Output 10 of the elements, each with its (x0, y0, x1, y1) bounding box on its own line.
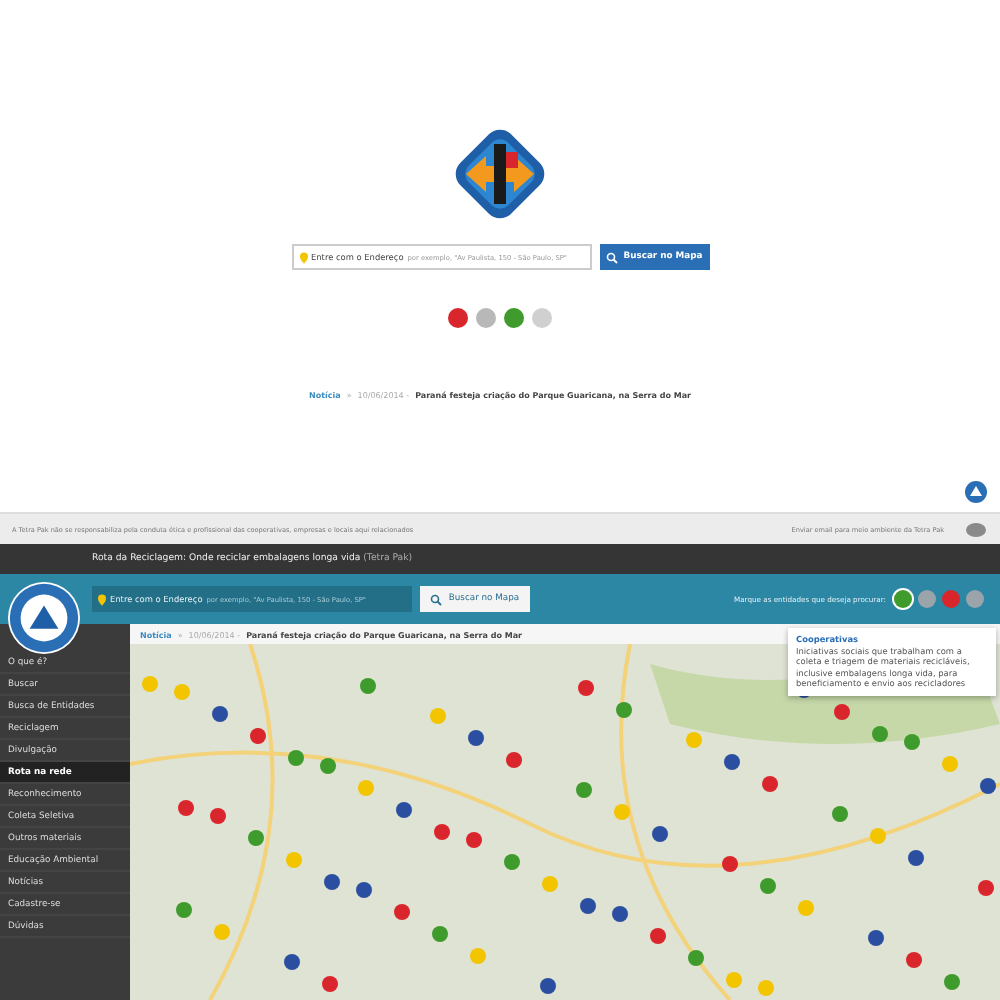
category-toggle[interactable] (918, 590, 936, 608)
category-toggle[interactable] (894, 590, 912, 608)
pin-icon (299, 251, 307, 263)
category-icon[interactable] (504, 308, 524, 328)
category-toggle[interactable] (942, 590, 960, 608)
category-toggle[interactable] (966, 590, 984, 608)
category-icon[interactable] (448, 308, 468, 328)
search-icon (430, 593, 443, 605)
pin-icon (98, 593, 106, 605)
search-icon (605, 251, 618, 263)
